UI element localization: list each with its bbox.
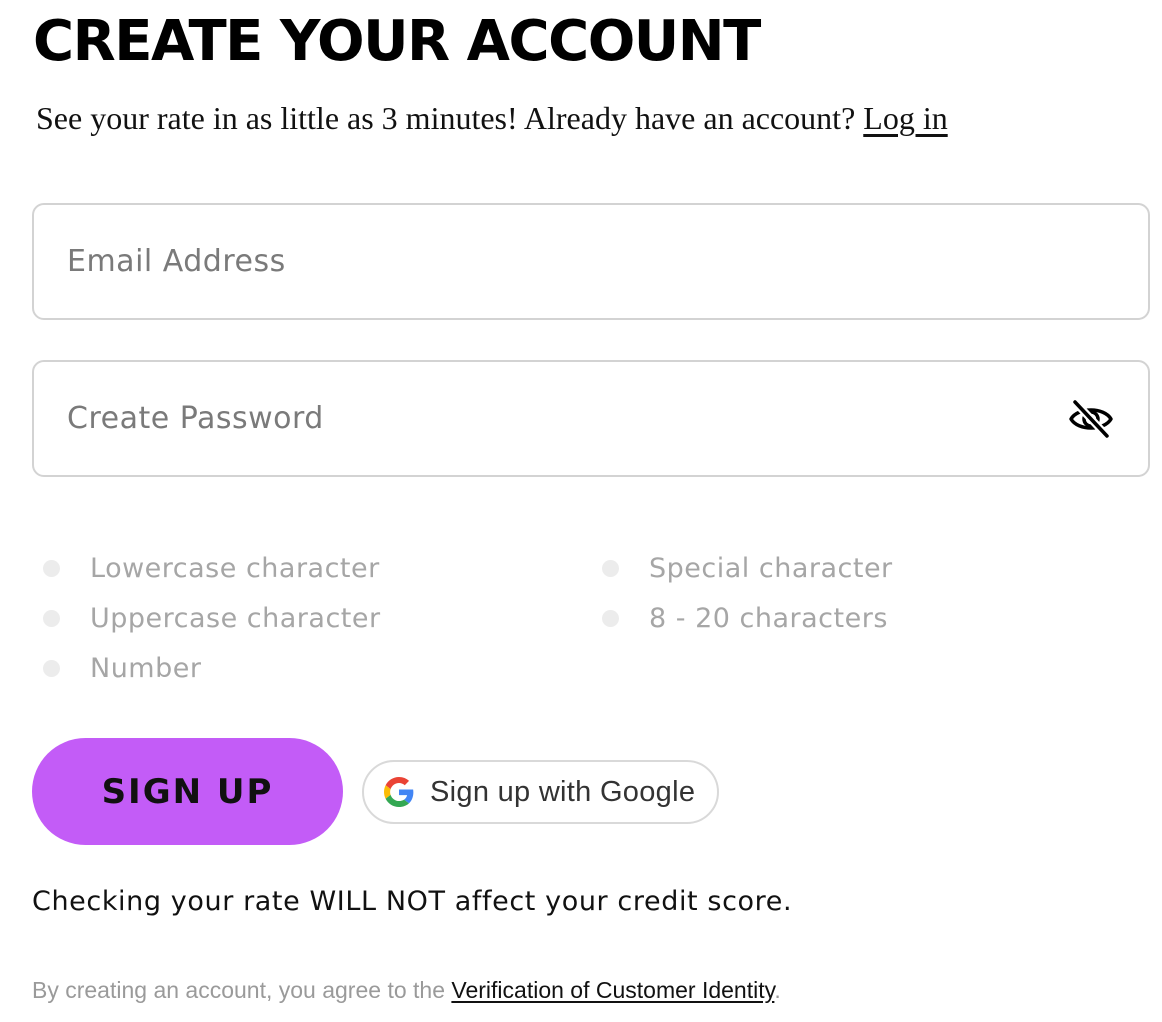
credit-score-notice: Checking your rate WILL NOT affect your … [32, 886, 793, 917]
requirement-number: Number [43, 651, 201, 685]
login-link[interactable]: Log in [863, 100, 947, 136]
requirement-dot [43, 559, 60, 577]
password-field[interactable] [32, 360, 1150, 477]
sign-up-button[interactable]: SIGN UP [32, 738, 343, 845]
legal-text: By creating an account, you agree to the… [32, 977, 781, 1004]
requirement-label: Uppercase character [90, 602, 381, 634]
password-input[interactable] [67, 362, 1027, 475]
requirement-length: 8 - 20 characters [602, 601, 888, 635]
requirement-label: Number [90, 652, 202, 684]
google-button-label: Sign up with Google [430, 775, 696, 808]
verification-link[interactable]: Verification of Customer Identity [451, 977, 774, 1003]
requirement-dot [43, 659, 60, 677]
email-field[interactable] [32, 203, 1150, 320]
requirement-dot [602, 609, 619, 627]
requirement-lowercase: Lowercase character [43, 551, 380, 585]
requirement-special: Special character [602, 551, 893, 585]
requirement-dot [43, 609, 60, 627]
subtitle-text: See your rate in as little as 3 minutes!… [36, 100, 864, 136]
requirement-label: Lowercase character [90, 552, 380, 584]
requirement-label: Special character [649, 552, 893, 584]
google-icon [384, 777, 414, 807]
eye-off-icon[interactable] [1068, 399, 1114, 439]
requirement-uppercase: Uppercase character [43, 601, 381, 635]
requirement-dot [602, 559, 619, 577]
page-title: CREATE YOUR ACCOUNT [33, 9, 761, 74]
legal-prefix: By creating an account, you agree to the [32, 977, 452, 1003]
page-subtitle: See your rate in as little as 3 minutes!… [36, 98, 948, 138]
requirement-label: 8 - 20 characters [649, 602, 888, 634]
legal-suffix: . [774, 977, 781, 1003]
google-sign-up-button[interactable]: Sign up with Google [362, 760, 719, 824]
email-input[interactable] [67, 205, 1027, 318]
